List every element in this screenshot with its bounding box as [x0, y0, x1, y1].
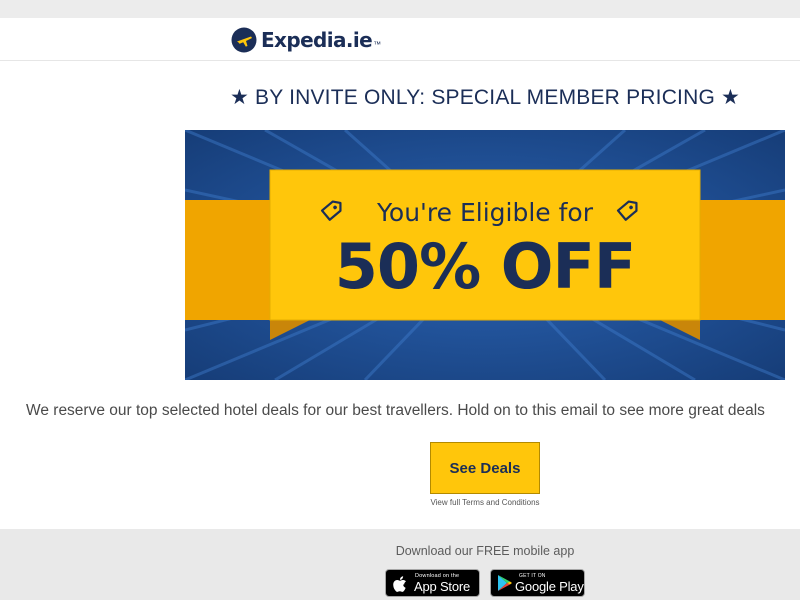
footer: Download our FREE mobile app Download on…	[0, 529, 800, 600]
expedia-logo[interactable]: Expedia.ie ™	[231, 25, 381, 55]
apple-icon	[393, 576, 406, 592]
member-pricing-headline: ★ BY INVITE ONLY: SPECIAL MEMBER PRICING…	[229, 86, 741, 109]
promo-banner[interactable]: You're Eligible for 50% OFF	[185, 130, 785, 380]
terms-link[interactable]: View full Terms and Conditions	[385, 498, 585, 507]
logo-text: Expedia.ie	[261, 28, 373, 52]
globe-plane-icon	[231, 27, 257, 53]
deals-description: We reserve our top selected hotel deals …	[26, 402, 765, 419]
see-deals-button[interactable]: See Deals	[430, 442, 540, 494]
app-store-text: App Store	[414, 579, 471, 594]
google-play-icon	[498, 575, 512, 591]
logo-trademark: ™	[373, 40, 382, 49]
app-download-text: Download our FREE mobile app	[395, 544, 575, 558]
banner-eligible-text: You're Eligible for	[376, 198, 594, 227]
google-play-badge[interactable]: GET IT ON Google Play	[490, 569, 585, 597]
app-store-badge[interactable]: Download on the App Store	[385, 569, 480, 597]
header-bar: Expedia.ie ™	[0, 18, 800, 61]
top-strip	[0, 0, 800, 18]
banner-discount-text: 50% OFF	[335, 230, 635, 303]
google-play-text: Google Play	[515, 579, 584, 594]
